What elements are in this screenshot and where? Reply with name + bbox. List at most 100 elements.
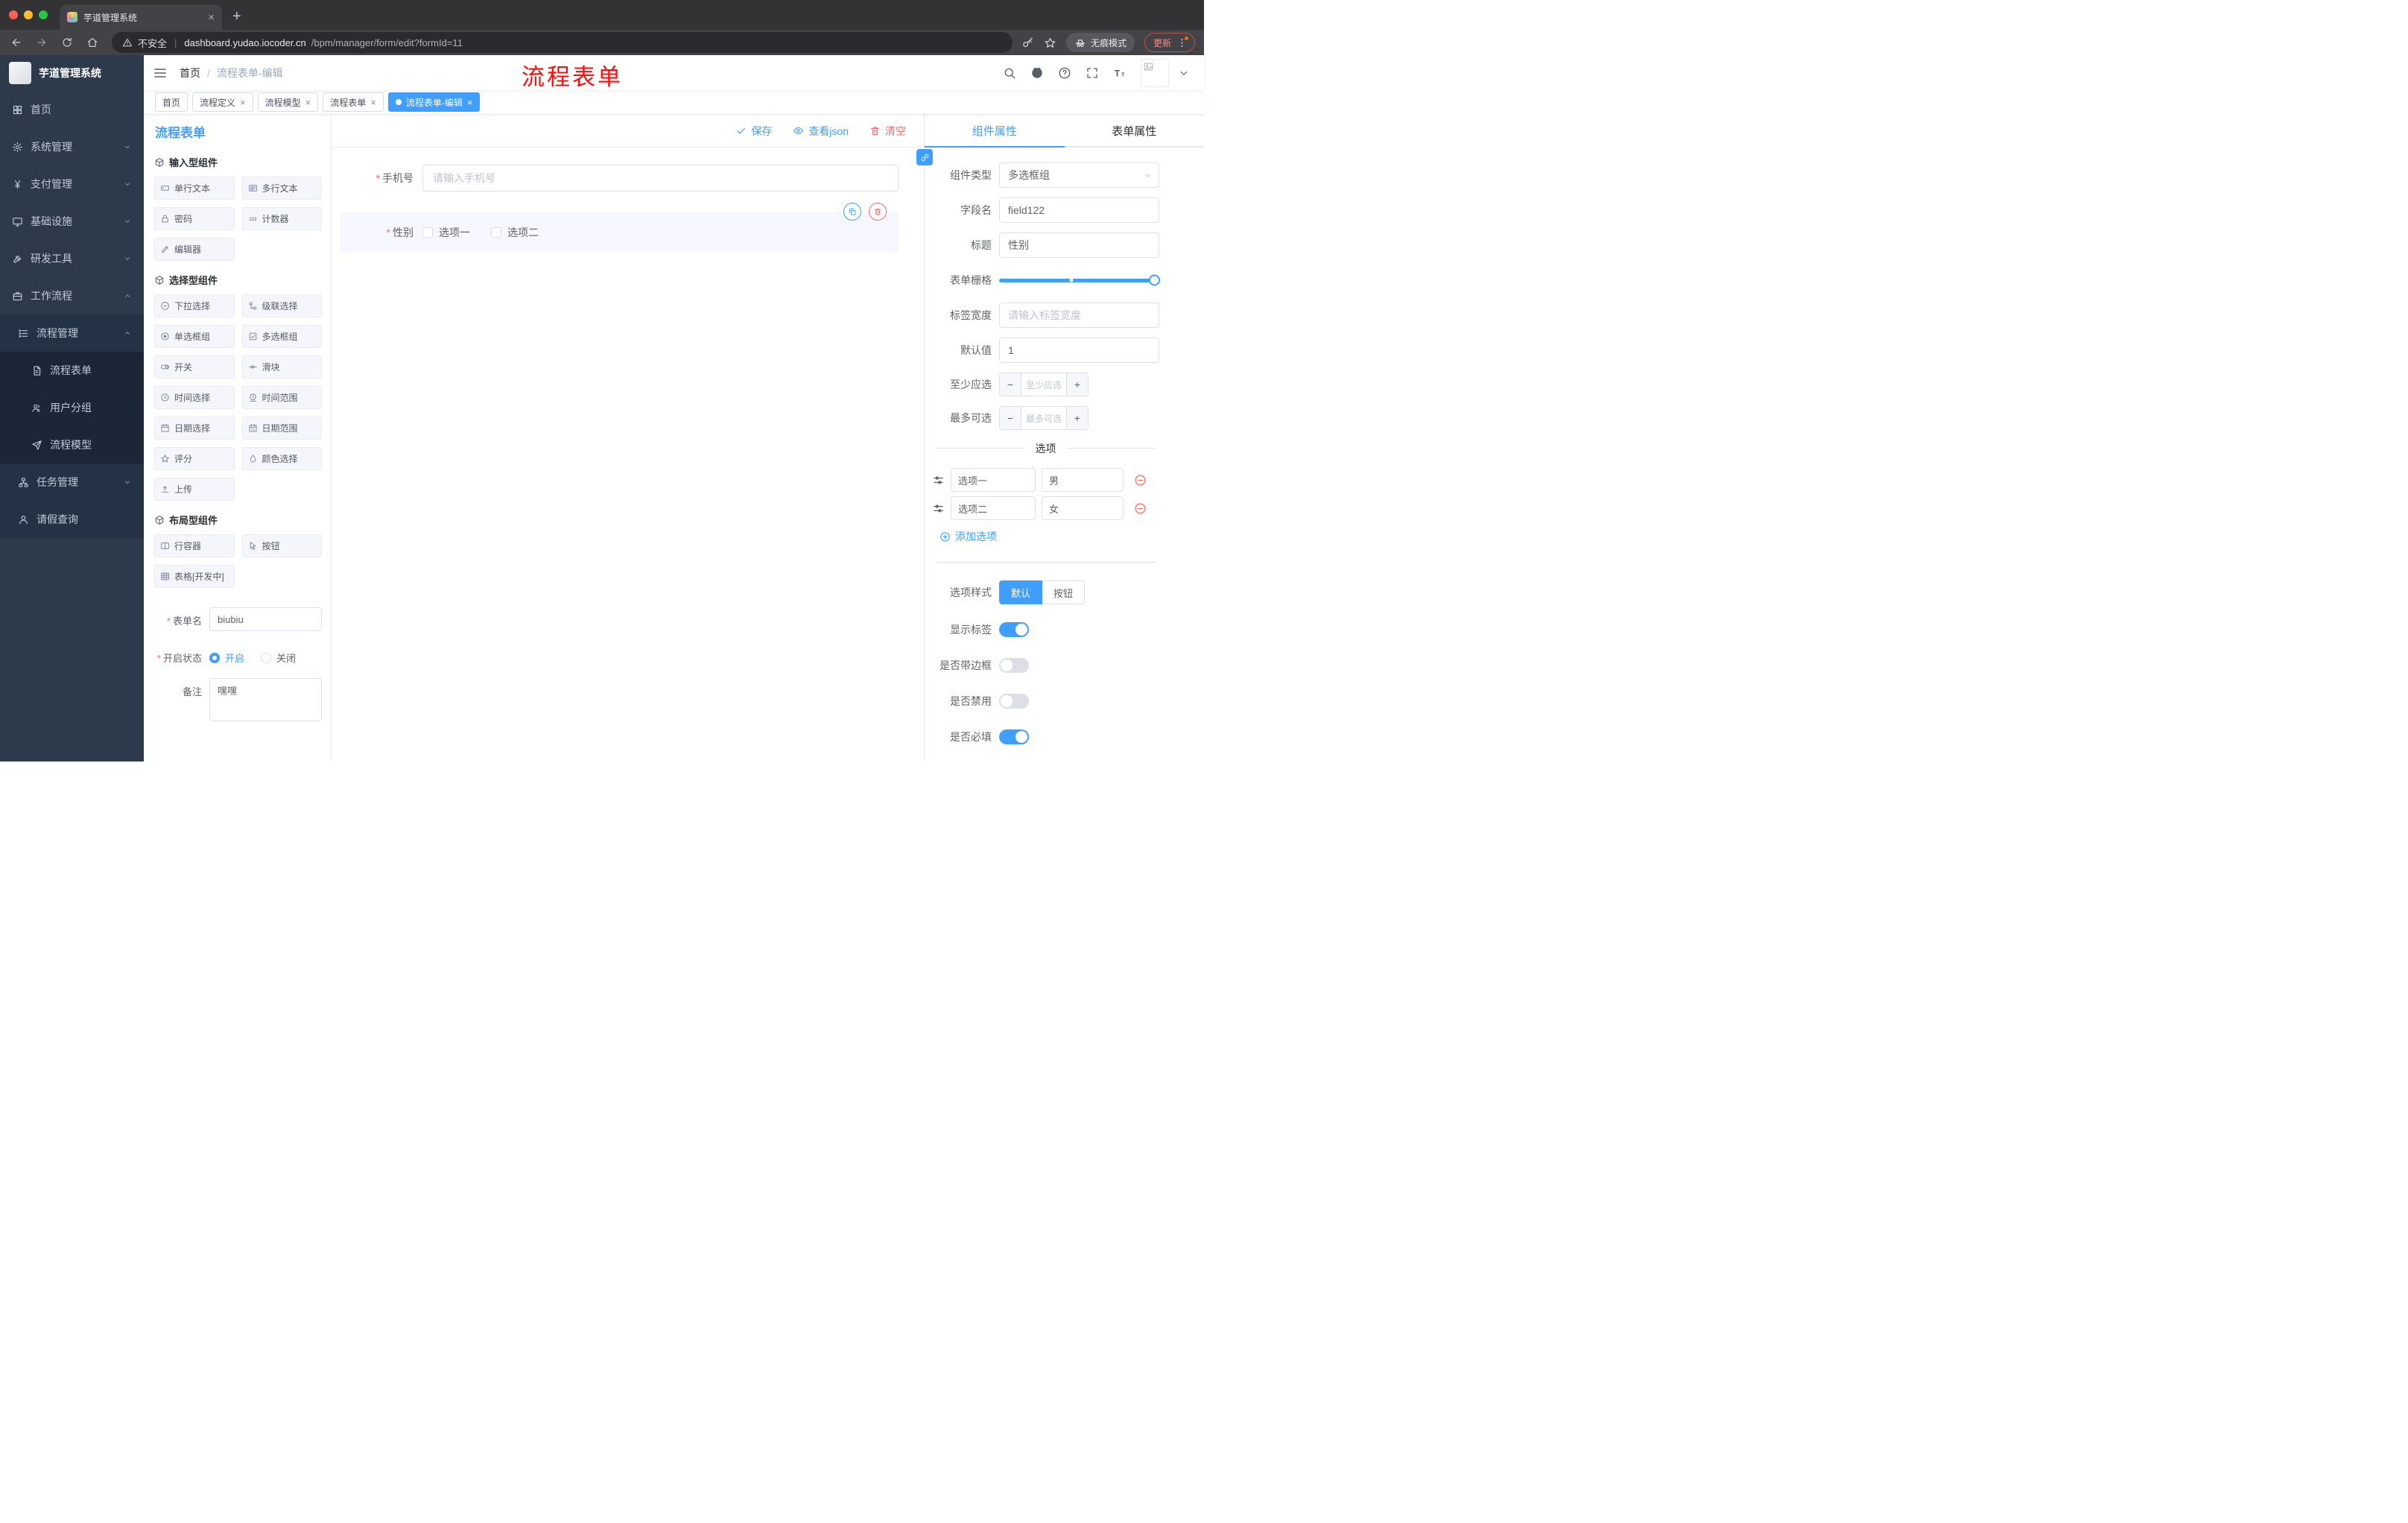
component-rate[interactable]: 评分 <box>154 447 235 470</box>
component-single-line-text[interactable]: 单行文本 <box>154 177 235 200</box>
component-date-picker[interactable]: 日期选择 <box>154 417 235 440</box>
save-button[interactable]: 保存 <box>735 124 772 139</box>
component-type-select[interactable]: 多选框组 <box>999 162 1159 188</box>
sidebar-item-user-group[interactable]: 用户分组 <box>0 389 144 426</box>
window-close-button[interactable] <box>9 10 18 19</box>
radio-closed[interactable]: 关闭 <box>261 650 296 665</box>
component-row-container[interactable]: 行容器 <box>154 534 235 557</box>
github-icon[interactable] <box>1030 66 1044 80</box>
component-color-picker[interactable]: 颜色选择 <box>241 447 322 470</box>
home-button[interactable] <box>82 33 103 52</box>
checkbox-option-two[interactable]: 选项二 <box>491 225 539 240</box>
component-upload[interactable]: 上传 <box>154 478 235 501</box>
component-switch[interactable]: 开关 <box>154 355 235 379</box>
sidebar-item-infrastructure[interactable]: 基础设施 <box>0 203 144 240</box>
sidebar-collapse-icon[interactable] <box>153 66 168 80</box>
option-style-button-button[interactable]: 按钮 <box>1042 580 1086 604</box>
bookmark-star-icon[interactable] <box>1044 37 1056 49</box>
sidebar-item-process-form[interactable]: 流程表单 <box>0 352 144 389</box>
component-slider[interactable]: 滑块 <box>241 355 322 379</box>
tab-component-properties[interactable]: 组件属性 <box>925 115 1065 148</box>
component-table[interactable]: 表格[开发中] <box>154 565 235 588</box>
tag-process-model[interactable]: 流程模型 × <box>257 92 319 112</box>
option-style-default-button[interactable]: 默认 <box>999 580 1043 604</box>
new-tab-button[interactable]: + <box>232 9 241 24</box>
component-radio-group[interactable]: 单选框组 <box>154 325 235 348</box>
max-select-value[interactable]: 最多可选 <box>1021 407 1066 429</box>
add-option-button[interactable]: 添加选项 <box>940 529 1159 544</box>
option-name-input[interactable] <box>951 496 1036 520</box>
component-button[interactable]: 按钮 <box>241 534 322 557</box>
font-size-icon[interactable] <box>1113 66 1127 80</box>
tag-process-form[interactable]: 流程表单 × <box>323 92 384 112</box>
min-select-value[interactable]: 至少应选 <box>1021 373 1066 396</box>
remove-option-icon[interactable] <box>1134 474 1147 487</box>
sidebar-item-home[interactable]: 首页 <box>0 91 144 128</box>
decrease-button[interactable]: − <box>1000 373 1021 396</box>
sidebar-item-process-management[interactable]: 流程管理 <box>0 314 144 352</box>
sidebar-item-task-management[interactable]: 任务管理 <box>0 463 144 501</box>
form-remark-textarea[interactable]: 嘿嘿 <box>209 678 322 721</box>
component-date-range[interactable]: 日期范围 <box>241 417 322 440</box>
canvas[interactable]: *手机号 *性别 选项一 <box>332 148 924 762</box>
back-button[interactable] <box>6 33 27 52</box>
drag-handle-icon[interactable] <box>932 474 945 487</box>
component-checkbox-group[interactable]: 多选框组 <box>241 325 322 348</box>
component-password[interactable]: 密码 <box>154 207 235 230</box>
disabled-toggle[interactable] <box>999 694 1029 709</box>
window-minimize-button[interactable] <box>24 10 33 19</box>
sidebar-item-workflow[interactable]: 工作流程 <box>0 277 144 314</box>
tag-process-definition[interactable]: 流程定义 × <box>192 92 253 112</box>
panel-link-handle[interactable] <box>916 149 933 165</box>
search-icon[interactable] <box>1003 66 1016 80</box>
window-zoom-button[interactable] <box>39 10 48 19</box>
tag-close-icon[interactable]: × <box>467 98 473 107</box>
delete-component-button[interactable] <box>869 203 887 221</box>
canvas-field-phone[interactable]: * 手机号 <box>340 165 899 191</box>
question-icon[interactable] <box>1058 66 1071 80</box>
tag-close-icon[interactable]: × <box>240 98 246 107</box>
canvas-field-gender-selected[interactable]: * 性别 选项一 选项二 <box>340 203 899 253</box>
option-value-input[interactable] <box>1042 468 1124 492</box>
avatar-chevron-down-icon[interactable] <box>1177 66 1191 80</box>
component-select[interactable]: 下拉选择 <box>154 294 235 317</box>
tag-home[interactable]: 首页 <box>155 92 188 112</box>
drag-handle-icon[interactable] <box>932 502 945 515</box>
sidebar-item-dev-tools[interactable]: 研发工具 <box>0 240 144 277</box>
option-value-input[interactable] <box>1042 496 1124 520</box>
component-time-range[interactable]: 时间范围 <box>241 386 322 409</box>
with-border-toggle[interactable] <box>999 658 1029 673</box>
sidebar-item-process-model[interactable]: 流程模型 <box>0 426 144 463</box>
copy-component-button[interactable] <box>843 203 861 221</box>
form-name-input[interactable] <box>209 607 322 631</box>
forward-button[interactable] <box>31 33 52 52</box>
password-key-icon[interactable] <box>1021 37 1034 49</box>
component-editor[interactable]: 编辑器 <box>154 238 235 261</box>
tab-close-icon[interactable]: × <box>208 12 215 23</box>
default-value-input[interactable] <box>999 338 1159 363</box>
increase-button[interactable]: + <box>1066 373 1088 396</box>
field-name-input[interactable] <box>999 197 1159 223</box>
radio-open[interactable]: 开启 <box>209 650 244 665</box>
fullscreen-icon[interactable] <box>1086 66 1099 80</box>
tab-form-properties[interactable]: 表单属性 <box>1065 115 1205 146</box>
component-cascader[interactable]: 级联选择 <box>241 294 322 317</box>
sidebar-item-system-management[interactable]: 系统管理 <box>0 128 144 165</box>
browser-tab[interactable]: 芋道管理系统 × <box>60 4 222 30</box>
tag-close-icon[interactable]: × <box>305 98 311 107</box>
tag-process-form-edit[interactable]: 流程表单-编辑 × <box>387 92 481 112</box>
address-bar[interactable]: 不安全 | dashboard.yudao.iocoder.cn/bpm/man… <box>112 32 1013 53</box>
browser-update-chip[interactable]: 更新 <box>1144 33 1195 52</box>
sidebar-item-payment-management[interactable]: 支付管理 <box>0 165 144 203</box>
form-grid-slider[interactable] <box>999 267 1160 293</box>
decrease-button[interactable]: − <box>1000 407 1021 429</box>
required-toggle[interactable] <box>999 729 1029 744</box>
browser-menu-button[interactable] <box>1176 36 1188 48</box>
phone-input[interactable] <box>422 165 899 191</box>
view-json-button[interactable]: 查看json <box>793 124 849 139</box>
checkbox-option-one[interactable]: 选项一 <box>422 225 470 240</box>
option-name-input[interactable] <box>951 468 1036 492</box>
tag-close-icon[interactable]: × <box>370 98 376 107</box>
increase-button[interactable]: + <box>1066 407 1088 429</box>
avatar[interactable] <box>1141 58 1169 87</box>
